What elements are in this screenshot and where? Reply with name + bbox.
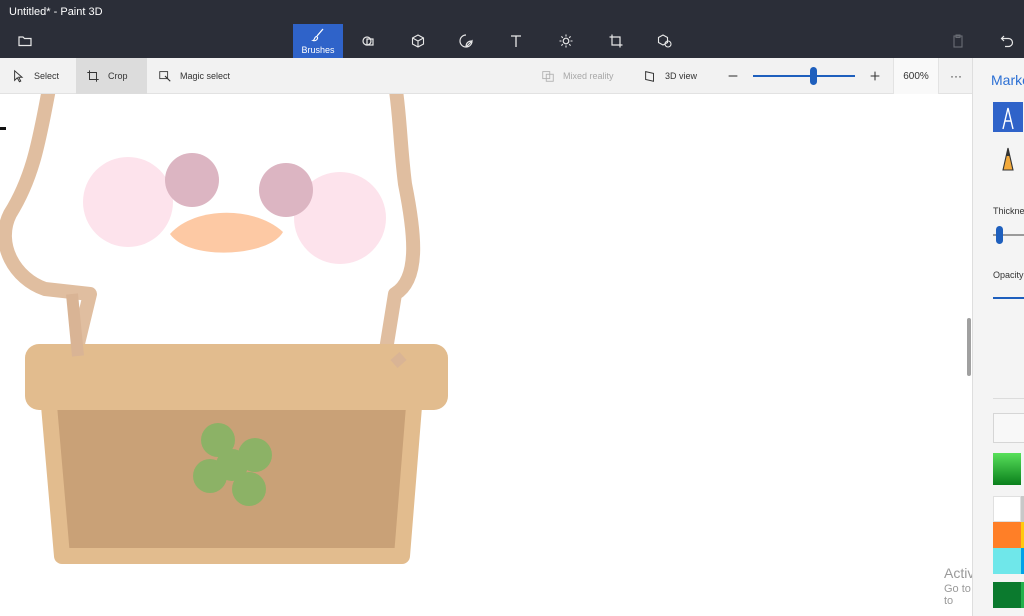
paste-button[interactable] (933, 24, 983, 58)
undo-button[interactable] (982, 24, 1024, 58)
3d-library-icon (657, 34, 672, 48)
left-eye (165, 153, 219, 207)
pencil-icon (1002, 147, 1014, 171)
more-icon: ··· (950, 69, 962, 83)
canvas-crop-icon (609, 34, 623, 48)
opacity-slider-track[interactable] (993, 297, 1024, 299)
crop-button[interactable]: Crop (76, 58, 147, 94)
left-cheek (83, 157, 173, 247)
panel-divider (993, 398, 1024, 399)
magic-select-icon (159, 71, 171, 82)
left-handle (66, 293, 84, 357)
window-title: Untitled* - Paint 3D (9, 6, 103, 18)
thickness-slider-thumb[interactable] (996, 226, 1003, 244)
right-handle (390, 352, 407, 368)
magic-select-label: Magic select (180, 71, 231, 81)
zoom-slider-thumb[interactable] (810, 67, 817, 85)
drawing-canvas[interactable] (0, 94, 972, 616)
cube-icon (411, 34, 425, 48)
3d-view-icon (645, 71, 654, 82)
more-options-button[interactable]: ··· (940, 58, 972, 94)
zoom-in-button[interactable] (858, 58, 892, 94)
tab-text[interactable] (491, 24, 541, 58)
brush-icon (311, 28, 324, 42)
tab-brushes-label: Brushes (301, 45, 335, 55)
color-swatch-white[interactable] (993, 496, 1021, 522)
minus-icon (728, 75, 738, 77)
opacity-label: Opacity (993, 270, 1024, 280)
color-swatch-dark-green[interactable] (993, 582, 1021, 608)
paste-icon (953, 34, 963, 48)
tab-canvas[interactable] (591, 24, 641, 58)
toolbar: Select Crop Magic select Mixed reality 3… (0, 58, 1024, 94)
3d-view-button[interactable]: 3D view (633, 58, 707, 94)
sticker-icon (459, 34, 473, 48)
right-eye (259, 163, 313, 217)
zoom-out-button[interactable] (716, 58, 750, 94)
thickness-label: Thicknes (993, 206, 1024, 216)
canvas-artwork (0, 94, 448, 564)
plus-icon (870, 71, 880, 81)
pencil-brush-tile[interactable] (993, 142, 1023, 172)
text-icon (511, 35, 521, 47)
tab-3d-shapes[interactable] (393, 24, 443, 58)
color-swatch-orange[interactable] (993, 522, 1021, 548)
effects-sun-icon (559, 34, 573, 48)
magic-select-button[interactable]: Magic select (148, 58, 240, 94)
tab-brushes[interactable]: Brushes (293, 24, 343, 58)
brush-panel: Marke Thicknes Opacity (972, 58, 1024, 616)
crop-icon (87, 70, 99, 82)
mixed-reality-icon (542, 71, 554, 82)
color-picker-box[interactable] (993, 413, 1024, 443)
tab-3d-library[interactable] (640, 24, 690, 58)
undo-icon (1000, 35, 1014, 48)
window-titlebar: Untitled* - Paint 3D (0, 0, 1024, 24)
panel-title: Marke (991, 72, 1024, 88)
select-button[interactable]: Select (2, 58, 69, 94)
open-menu-button[interactable] (0, 24, 50, 58)
vertical-scrollbar[interactable] (967, 318, 971, 376)
mixed-reality-button[interactable]: Mixed reality (531, 58, 624, 94)
ribbon: Brushes (0, 24, 1024, 58)
zoom-value[interactable]: 600% (893, 58, 939, 94)
color-swatch-cyan[interactable] (993, 548, 1021, 574)
shapes-2d-icon (362, 36, 374, 46)
tab-effects[interactable] (541, 24, 591, 58)
current-color-swatch[interactable] (993, 453, 1021, 485)
zoom-slider-track[interactable] (753, 75, 855, 77)
cursor-arrow-icon (14, 69, 24, 83)
crop-label: Crop (108, 71, 128, 81)
folder-icon (18, 36, 32, 47)
3d-view-label: 3D view (665, 71, 698, 81)
marker-brush-tile[interactable] (993, 102, 1023, 132)
select-label: Select (34, 71, 60, 81)
marker-icon (1002, 107, 1014, 130)
canvas-marker (0, 127, 6, 130)
mixed-reality-label: Mixed reality (563, 71, 614, 81)
tab-stickers[interactable] (441, 24, 491, 58)
tab-2d-shapes[interactable] (343, 24, 393, 58)
basket-rim (25, 344, 448, 410)
